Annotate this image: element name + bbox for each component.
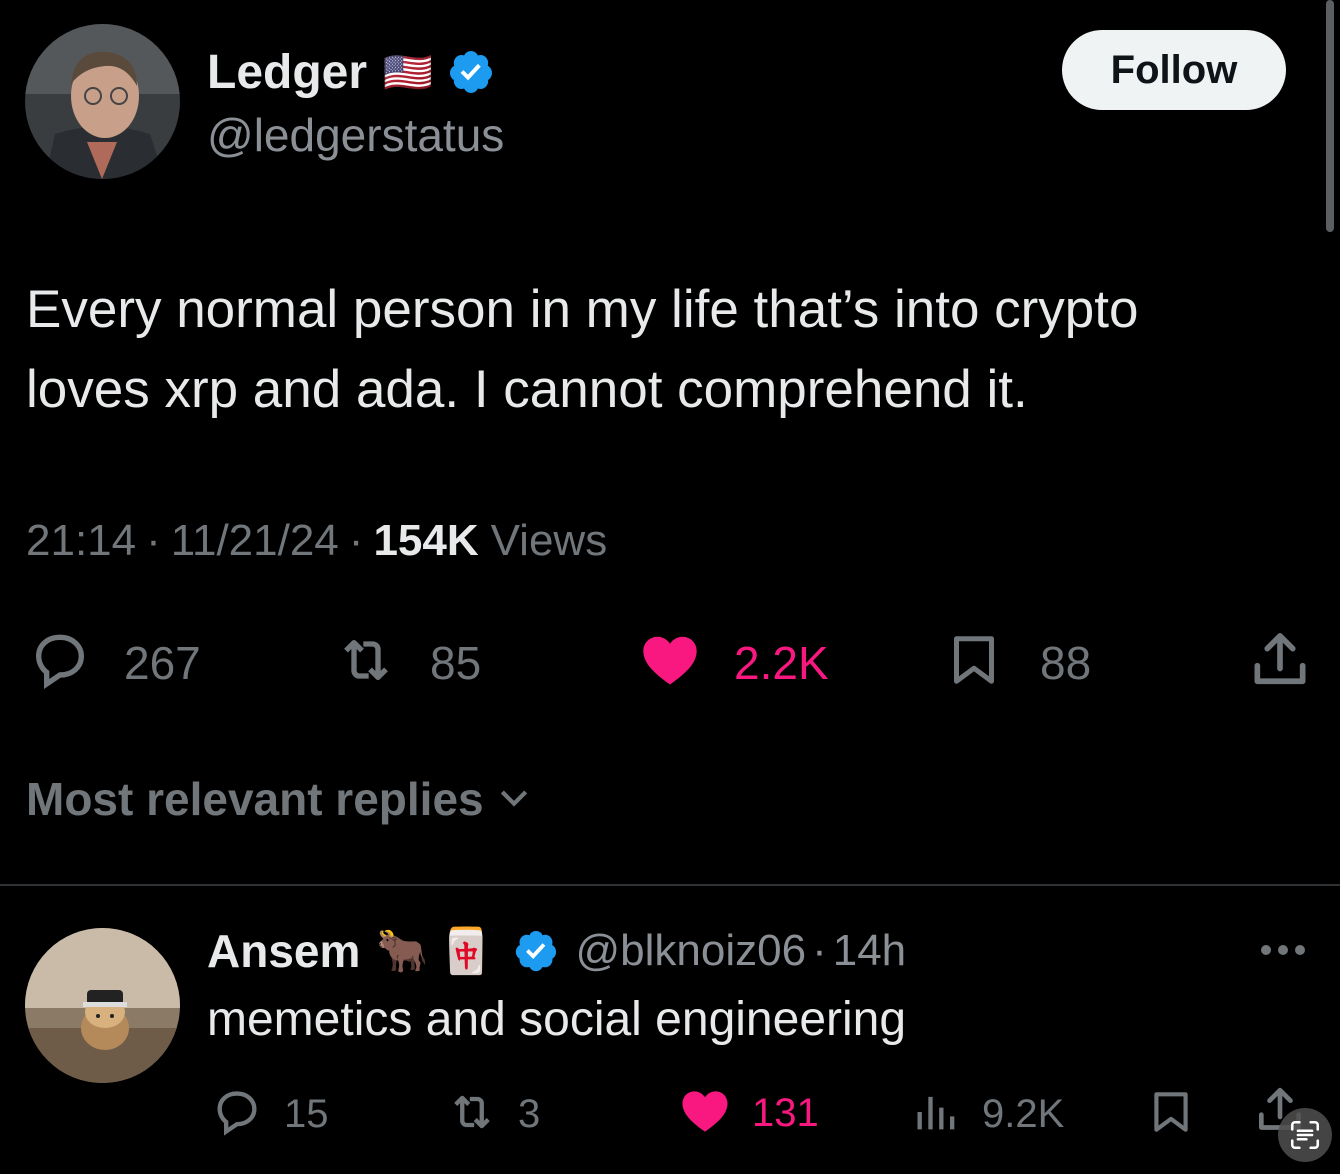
reply-icon <box>208 1086 266 1143</box>
like-count: 2.2K <box>734 636 829 689</box>
divider <box>0 884 1340 886</box>
tweet-text-line: loves xrp and ada. I cannot comprehend i… <box>26 360 1028 419</box>
reply-reply-button[interactable]: 15 <box>208 1086 329 1143</box>
views-label: Views <box>490 516 608 565</box>
mahjong-emoji: 🀄 <box>438 927 494 976</box>
reply-sort-dropdown[interactable]: Most relevant replies <box>26 772 534 826</box>
bookmark-icon <box>944 626 1004 699</box>
reply-text: memetics and social engineering <box>207 993 907 1046</box>
meta-separator: · <box>146 516 161 565</box>
more-options-icon[interactable] <box>1258 940 1308 965</box>
repost-icon <box>328 628 404 697</box>
reply-handle[interactable]: @blknoiz06 <box>575 926 806 976</box>
author-name[interactable]: Ledger <box>207 45 367 100</box>
reply-reply-count: 15 <box>284 1092 329 1136</box>
reply-button[interactable]: 267 <box>26 628 201 697</box>
reply-like-button[interactable]: 131 <box>676 1084 819 1143</box>
tweet-meta: 21:14 · 11/21/24 · 154K Views <box>26 516 607 566</box>
reply-views-count: 9.2K <box>982 1092 1065 1136</box>
reply-icon <box>26 628 94 697</box>
like-button[interactable]: 2.2K <box>636 628 829 697</box>
analytics-icon <box>910 1086 964 1143</box>
live-text-button[interactable] <box>1278 1108 1332 1162</box>
chevron-down-icon <box>494 777 534 822</box>
reply-bookmark-button[interactable] <box>1146 1084 1196 1145</box>
repost-count: 85 <box>430 636 482 689</box>
reply-author-name[interactable]: Ansem <box>207 924 360 978</box>
author-handle[interactable]: @ledgerstatus <box>207 108 504 162</box>
tweet-text-line: Every normal person in my life that’s in… <box>26 280 1139 339</box>
reply-time[interactable]: 14h <box>833 926 906 976</box>
text-scan-icon <box>1290 1120 1320 1150</box>
flag-emoji: 🇺🇸 <box>383 50 433 95</box>
author-row: Ledger 🇺🇸 <box>207 40 495 104</box>
verified-badge-icon[interactable] <box>447 48 495 96</box>
heart-icon <box>636 628 704 697</box>
tweet-text: Every normal person in my life that’s in… <box>26 270 1138 430</box>
reply-separator: · <box>812 926 827 975</box>
repost-button[interactable]: 85 <box>328 628 481 697</box>
reply-avatar-photo <box>25 928 180 1083</box>
share-button[interactable] <box>1246 626 1314 699</box>
reply-repost-count: 3 <box>518 1092 541 1136</box>
repost-icon <box>440 1086 504 1143</box>
avatar-photo <box>25 24 180 179</box>
reply-sort-label: Most relevant replies <box>26 773 484 825</box>
reply-views-button[interactable]: 9.2K <box>910 1086 1064 1143</box>
reply-avatar[interactable] <box>25 928 180 1083</box>
reply-like-count: 131 <box>752 1091 819 1135</box>
tweet-time[interactable]: 21:14 <box>26 516 136 566</box>
heart-icon <box>676 1084 734 1143</box>
bookmark-button[interactable]: 88 <box>944 626 1091 699</box>
reply-count: 267 <box>124 636 201 689</box>
meta-separator: · <box>348 516 364 565</box>
reply-header: Ansem 🐂 🀄 @blknoiz06 · 14h <box>207 920 906 982</box>
share-icon <box>1246 626 1314 699</box>
reply-repost-button[interactable]: 3 <box>440 1086 540 1143</box>
scrollbar[interactable] <box>1326 0 1334 232</box>
bookmark-icon <box>1146 1084 1196 1145</box>
bull-emoji: 🐂 <box>376 926 429 974</box>
tweet-date[interactable]: 11/21/24 <box>171 516 339 566</box>
verified-badge-icon[interactable] <box>513 928 559 974</box>
views-count: 154K <box>373 516 479 565</box>
bookmark-count: 88 <box>1040 636 1092 689</box>
follow-button[interactable]: Follow <box>1062 30 1286 110</box>
avatar[interactable] <box>25 24 180 179</box>
